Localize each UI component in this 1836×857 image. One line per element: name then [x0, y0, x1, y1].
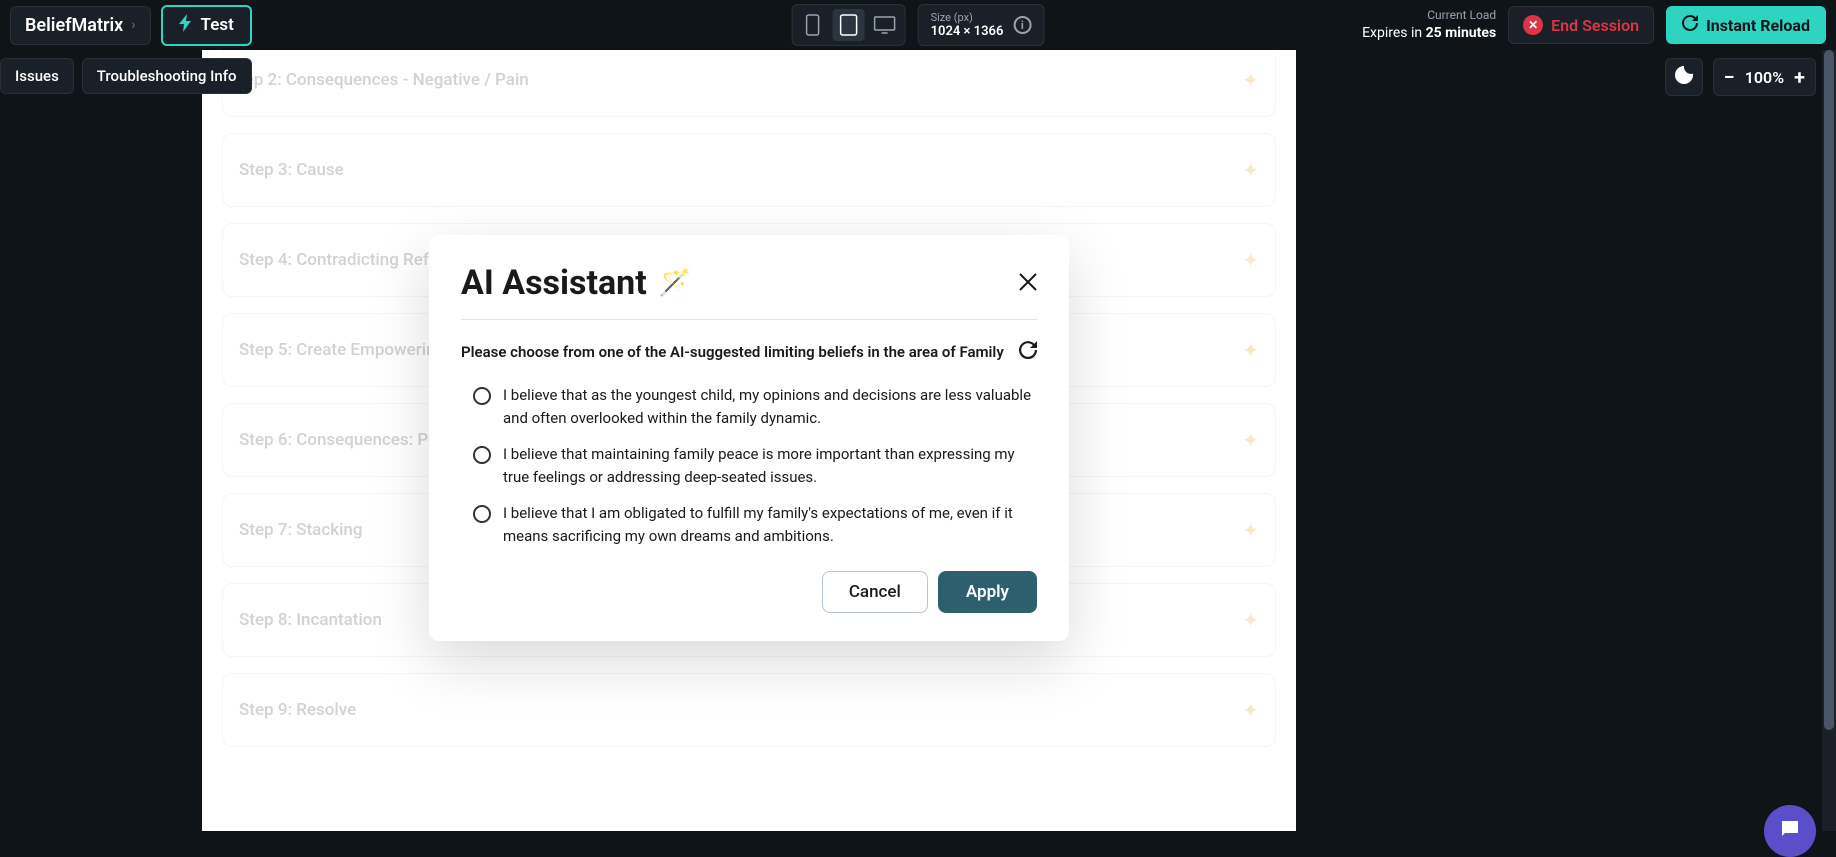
device-tablet-button[interactable]	[833, 9, 865, 41]
option-text: I believe that I am obligated to fulfill…	[503, 502, 1037, 547]
scroll-thumb[interactable]	[1824, 50, 1834, 730]
modal-title: AI Assistant 🪄	[461, 263, 691, 303]
reload-icon	[1682, 15, 1698, 35]
test-button[interactable]: Test	[161, 5, 252, 46]
end-session-button[interactable]: ✕ End Session	[1508, 6, 1654, 44]
chat-icon	[1778, 817, 1802, 845]
zoom-value: 100%	[1745, 68, 1784, 87]
scrollbar[interactable]	[1822, 50, 1836, 831]
option-row[interactable]: I believe that I am obligated to fulfill…	[461, 502, 1037, 547]
refresh-button[interactable]	[1019, 340, 1037, 364]
brand-button[interactable]: BeliefMatrix ›	[10, 6, 151, 45]
device-desktop-button[interactable]	[869, 9, 901, 41]
load-label: Current Load	[1362, 8, 1496, 24]
option-text: I believe that maintaining family peace …	[503, 443, 1037, 488]
option-row[interactable]: I believe that as the youngest child, my…	[461, 384, 1037, 429]
close-circle-icon: ✕	[1523, 15, 1543, 35]
end-session-label: End Session	[1551, 16, 1639, 35]
right-controls: − 100% +	[1665, 58, 1816, 96]
size-display: Size (px) 1024 × 1366 i	[918, 4, 1045, 47]
test-label: Test	[201, 15, 234, 35]
radio-button[interactable]	[473, 505, 491, 523]
apply-button[interactable]: Apply	[938, 571, 1037, 613]
chat-fab[interactable]	[1764, 805, 1816, 857]
tab-troubleshooting[interactable]: Troubleshooting Info	[82, 58, 252, 94]
option-row[interactable]: I believe that maintaining family peace …	[461, 443, 1037, 488]
topbar-left: BeliefMatrix › Test	[10, 5, 252, 46]
moon-icon	[1675, 66, 1693, 88]
brand-label: BeliefMatrix	[25, 15, 123, 36]
size-label: Size (px)	[931, 11, 973, 24]
instant-reload-button[interactable]: Instant Reload	[1666, 6, 1826, 44]
bolt-icon	[179, 14, 193, 37]
load-info: Current Load Expires in 25 minutes	[1362, 8, 1496, 42]
modal-prompt-row: Please choose from one of the AI-suggest…	[461, 340, 1037, 364]
modal-overlay: AI Assistant 🪄 Please choose from one of…	[202, 50, 1296, 831]
device-selector	[792, 4, 906, 46]
wand-icon: 🪄	[659, 268, 691, 298]
prompt-text: Please choose from one of the AI-suggest…	[461, 343, 1004, 361]
reload-label: Instant Reload	[1706, 16, 1810, 35]
radio-button[interactable]	[473, 446, 491, 464]
modal-header: AI Assistant 🪄	[461, 263, 1037, 320]
theme-toggle-button[interactable]	[1665, 58, 1703, 96]
zoom-controls: − 100% +	[1713, 58, 1816, 96]
modal-close-button[interactable]	[1019, 269, 1037, 297]
tab-issues[interactable]: Issues	[0, 58, 74, 94]
zoom-in-button[interactable]: +	[1794, 65, 1805, 89]
topbar: BeliefMatrix › Test Size (px) 1024 ×	[0, 0, 1836, 50]
cancel-button[interactable]: Cancel	[822, 571, 928, 613]
ai-assistant-modal: AI Assistant 🪄 Please choose from one of…	[429, 235, 1069, 641]
topbar-center: Size (px) 1024 × 1366 i	[792, 4, 1045, 47]
load-value: Expires in 25 minutes	[1362, 24, 1496, 42]
size-value: 1024 × 1366	[931, 24, 1004, 40]
info-icon[interactable]: i	[1013, 16, 1031, 34]
zoom-out-button[interactable]: −	[1724, 65, 1735, 89]
secondary-bar: Issues Troubleshooting Info	[0, 58, 252, 94]
radio-button[interactable]	[473, 387, 491, 405]
preview-viewport: tep 2: Consequences - Negative / Pain ✦ …	[202, 50, 1296, 831]
chevron-right-icon: ›	[131, 17, 135, 33]
device-phone-button[interactable]	[797, 9, 829, 41]
option-text: I believe that as the youngest child, my…	[503, 384, 1037, 429]
topbar-right: Current Load Expires in 25 minutes ✕ End…	[1362, 6, 1826, 44]
modal-footer: Cancel Apply	[461, 571, 1037, 613]
